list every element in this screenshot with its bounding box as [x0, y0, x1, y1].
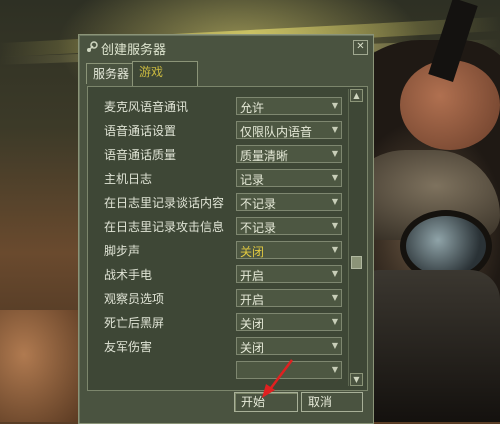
- annotation-arrow: [262, 359, 293, 398]
